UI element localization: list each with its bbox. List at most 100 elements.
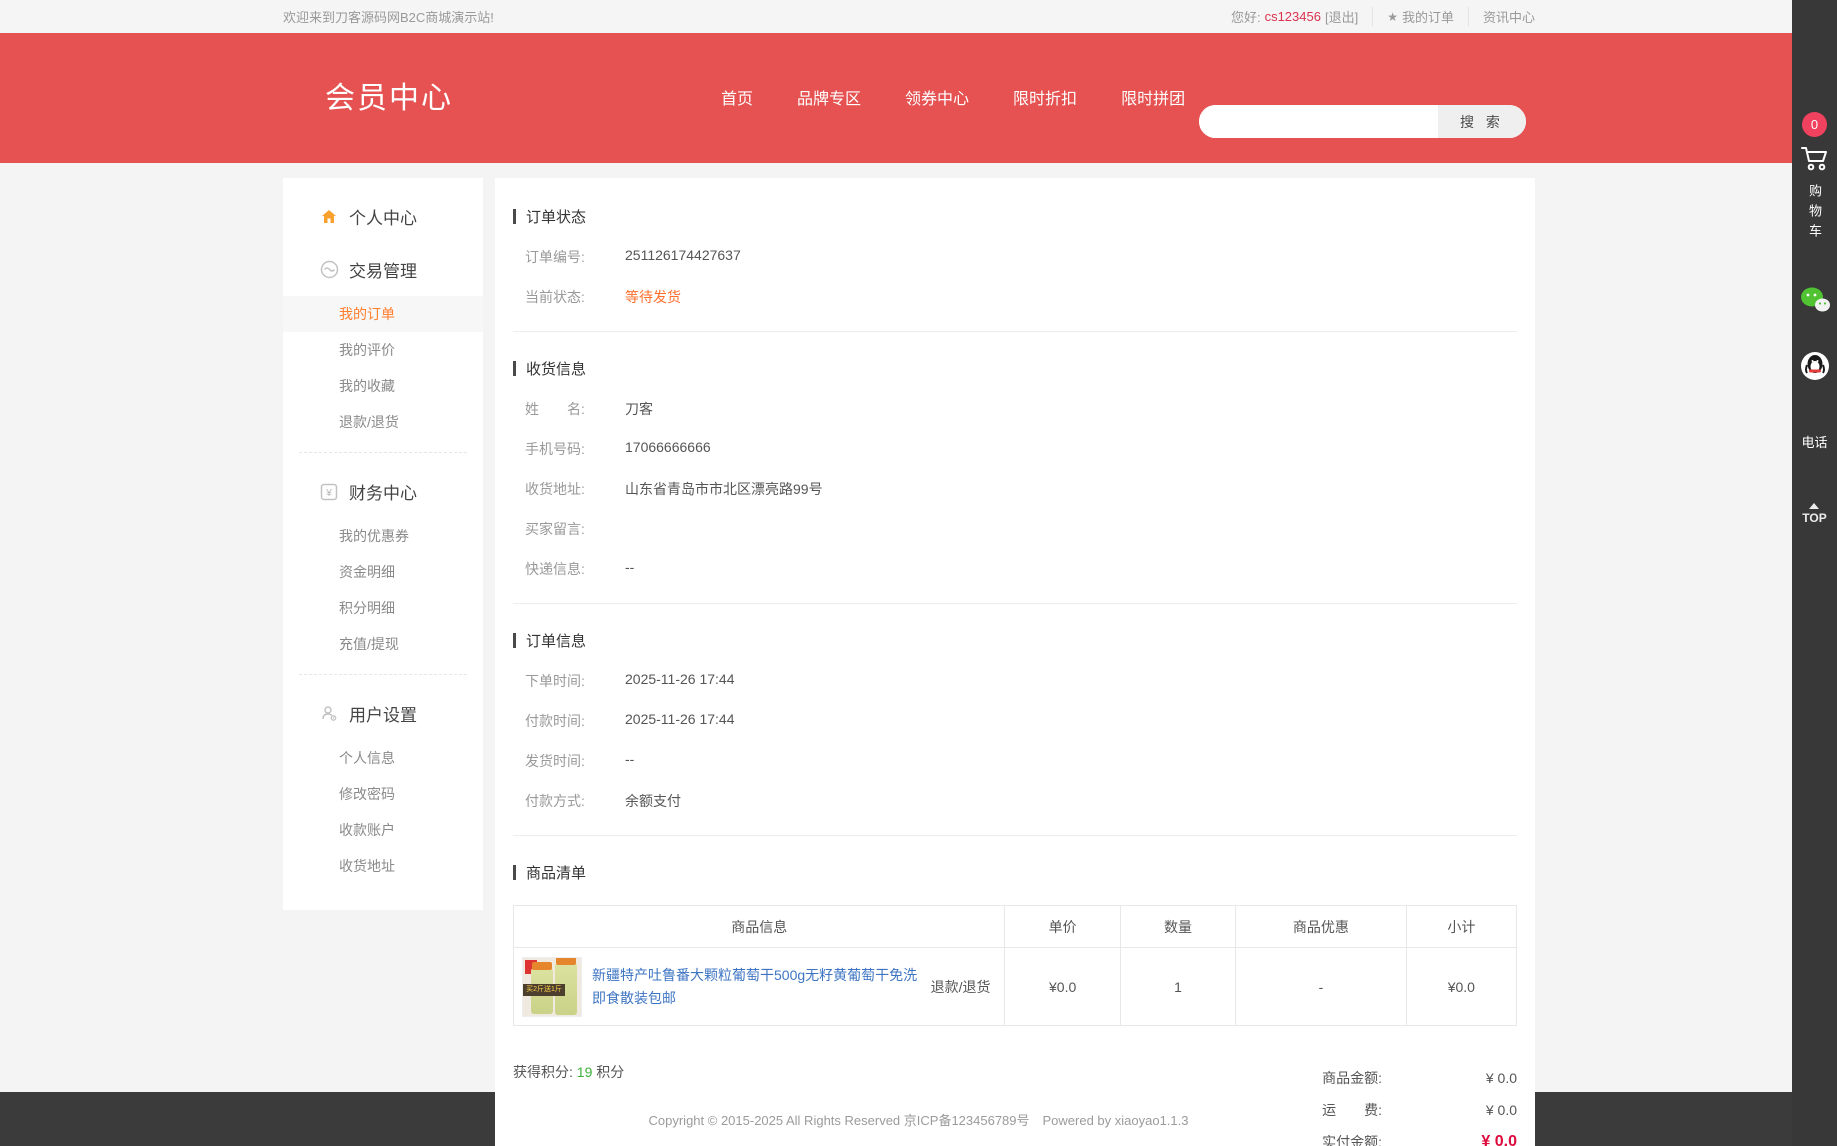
cart-count-badge: 0 (1802, 112, 1827, 137)
nav-flash-discount[interactable]: 限时折扣 (1013, 85, 1077, 109)
wechat-icon[interactable] (1799, 286, 1831, 319)
summary-label: 实付金额: (1322, 1132, 1382, 1146)
table-row: 买2斤送1斤 新疆特产吐鲁番大颗粒葡萄干500g无籽黄葡萄干免洗即食散装包邮 退… (514, 948, 1517, 1026)
pay-time-row: 付款时间: 2025-11-26 17:44 (513, 711, 1517, 731)
pay-time-value: 2025-11-26 17:44 (625, 711, 735, 731)
nav-brand-zone[interactable]: 品牌专区 (797, 85, 861, 109)
title-bar-marker (513, 865, 516, 880)
paid-amount-value: ¥ 0.0 (1382, 1133, 1517, 1146)
goods-amount-value: ¥ 0.0 (1382, 1070, 1517, 1086)
sidebar-item-recharge-withdraw[interactable]: 充值/提现 (283, 626, 483, 662)
cart-label[interactable]: 购物车 (1805, 184, 1824, 244)
section-title-text: 收货信息 (526, 358, 586, 379)
sidebar-item-fund-details[interactable]: 资金明细 (283, 554, 483, 590)
back-to-top-button[interactable]: TOP (1802, 503, 1826, 525)
ship-time-value: -- (625, 751, 634, 771)
cart-icon[interactable] (1800, 145, 1830, 178)
content-area: 个人中心 交易管理 我的订单 我的评价 我的收藏 退款/退货 ¥ (0, 163, 1837, 1092)
sidebar-item-refunds[interactable]: 退款/退货 (283, 404, 483, 440)
search-input[interactable] (1199, 105, 1438, 138)
section-order-status: 订单状态 订单编号: 251126174427637 当前状态: 等待发货 (513, 206, 1517, 332)
order-time-value: 2025-11-26 17:44 (625, 671, 735, 691)
field-label: 手机号码: (525, 439, 625, 459)
unit-price-cell: ¥0.0 (1005, 948, 1120, 1026)
buyer-message-row: 买家留言: (513, 519, 1517, 539)
sidebar-item-points-details[interactable]: 积分明细 (283, 590, 483, 626)
quantity-cell: 1 (1120, 948, 1235, 1026)
section-title-text: 商品清单 (526, 862, 586, 883)
welcome-text: 欢迎来到刀客源码网B2C商城演示站! (283, 7, 494, 26)
greeting-label: 您好: (1231, 7, 1261, 26)
phone-link[interactable]: 电话 (1801, 432, 1827, 451)
sidebar-heading-label: 财务中心 (349, 479, 417, 504)
sidebar-heading-finance[interactable]: ¥ 财务中心 (283, 465, 483, 518)
sidebar-heading-trade[interactable]: 交易管理 (283, 243, 483, 296)
points-unit: 积分 (596, 1064, 624, 1080)
sidebar-item-my-reviews[interactable]: 我的评价 (283, 332, 483, 368)
product-image[interactable]: 买2斤送1斤 (522, 957, 582, 1017)
main-nav: 首页 品牌专区 领券中心 限时折扣 限时拼团 (721, 85, 1185, 109)
top-bar: 欢迎来到刀客源码网B2C商城演示站! 您好: cs123456 [退出] ★ 我… (0, 0, 1837, 33)
sidebar-heading-label: 个人中心 (349, 204, 417, 229)
col-discount: 商品优惠 (1236, 906, 1407, 948)
field-label: 姓 名: (525, 399, 625, 419)
section-title: 商品清单 (513, 862, 1517, 883)
courier-info-row: 快递信息: -- (513, 559, 1517, 579)
sidebar-item-my-coupons[interactable]: 我的优惠券 (283, 518, 483, 554)
search-button[interactable]: 搜 索 (1438, 105, 1526, 138)
section-item-list: 商品清单 商品信息 单价 数量 商品优惠 小计 (513, 862, 1517, 1146)
section-title-text: 订单信息 (526, 630, 586, 651)
topbar-news[interactable]: 资讯中心 (1469, 7, 1535, 26)
section-title-text: 订单状态 (526, 206, 586, 227)
svg-text:¥: ¥ (325, 488, 332, 499)
product-title-link[interactable]: 新疆特产吐鲁番大颗粒葡萄干500g无籽黄葡萄干免洗即食散装包邮 (592, 964, 921, 1009)
logout-link[interactable]: [退出] (1325, 7, 1358, 26)
address-row: 收货地址: 山东省青岛市市北区漂亮路99号 (513, 479, 1517, 499)
field-label: 买家留言: (525, 519, 625, 539)
sidebar-item-shipping-address[interactable]: 收货地址 (283, 848, 483, 884)
site-header: 会员中心 首页 品牌专区 领券中心 限时折扣 限时拼团 搜 索 (0, 33, 1837, 163)
user-gear-icon (319, 704, 339, 724)
phone-value: 17066666666 (625, 439, 711, 459)
refund-link[interactable]: 退款/退货 (931, 977, 991, 997)
sidebar-item-personal-info[interactable]: 个人信息 (283, 740, 483, 776)
pay-method-row: 付款方式: 余额支付 (513, 791, 1517, 811)
summary-label: 商品金额: (1322, 1068, 1382, 1088)
field-label: 付款方式: (525, 791, 625, 811)
nav-home[interactable]: 首页 (721, 85, 753, 109)
nav-coupon-center[interactable]: 领券中心 (905, 85, 969, 109)
summary-label: 运 费: (1322, 1100, 1382, 1120)
section-shipping-info: 收货信息 姓 名: 刀客 手机号码: 17066666666 收货地址: 山东省… (513, 358, 1517, 604)
nav-group-buy[interactable]: 限时拼团 (1121, 85, 1185, 109)
field-label: 付款时间: (525, 711, 625, 731)
section-title: 收货信息 (513, 358, 1517, 379)
address-value: 山东省青岛市市北区漂亮路99号 (625, 479, 823, 499)
page-title: 会员中心 (325, 73, 453, 117)
sidebar-heading-label: 交易管理 (349, 257, 417, 282)
topbar-my-orders[interactable]: ★ 我的订单 (1373, 7, 1469, 26)
sidebar-heading-user-settings[interactable]: 用户设置 (283, 687, 483, 740)
home-icon (319, 207, 339, 227)
recipient-name-row: 姓 名: 刀客 (513, 399, 1517, 419)
sidebar-item-my-orders[interactable]: 我的订单 (283, 296, 483, 332)
discount-cell: - (1236, 948, 1407, 1026)
title-bar-marker (513, 209, 516, 224)
sidebar-item-change-password[interactable]: 修改密码 (283, 776, 483, 812)
page: 欢迎来到刀客源码网B2C商城演示站! 您好: cs123456 [退出] ★ 我… (0, 0, 1837, 1146)
qq-icon[interactable] (1800, 351, 1830, 386)
username: cs123456 (1265, 9, 1321, 24)
floating-toolbar: 0 购物车 电话 TOP (1792, 0, 1837, 1146)
top-label: TOP (1802, 511, 1826, 525)
col-quantity: 数量 (1120, 906, 1235, 948)
points-earned: 获得积分: 19 积分 (513, 1062, 624, 1146)
points-value: 19 (577, 1064, 593, 1080)
sidebar-item-personal-center[interactable]: 个人中心 (283, 190, 483, 243)
user-greeting: 您好: cs123456 [退出] (1217, 7, 1373, 26)
sidebar-item-payment-account[interactable]: 收款账户 (283, 812, 483, 848)
order-time-row: 下单时间: 2025-11-26 17:44 (513, 671, 1517, 691)
subtotal-cell: ¥0.0 (1406, 948, 1516, 1026)
sidebar-item-my-favorites[interactable]: 我的收藏 (283, 368, 483, 404)
field-label: 发货时间: (525, 751, 625, 771)
order-number-row: 订单编号: 251126174427637 (513, 247, 1517, 267)
items-table: 商品信息 单价 数量 商品优惠 小计 (513, 905, 1517, 1026)
